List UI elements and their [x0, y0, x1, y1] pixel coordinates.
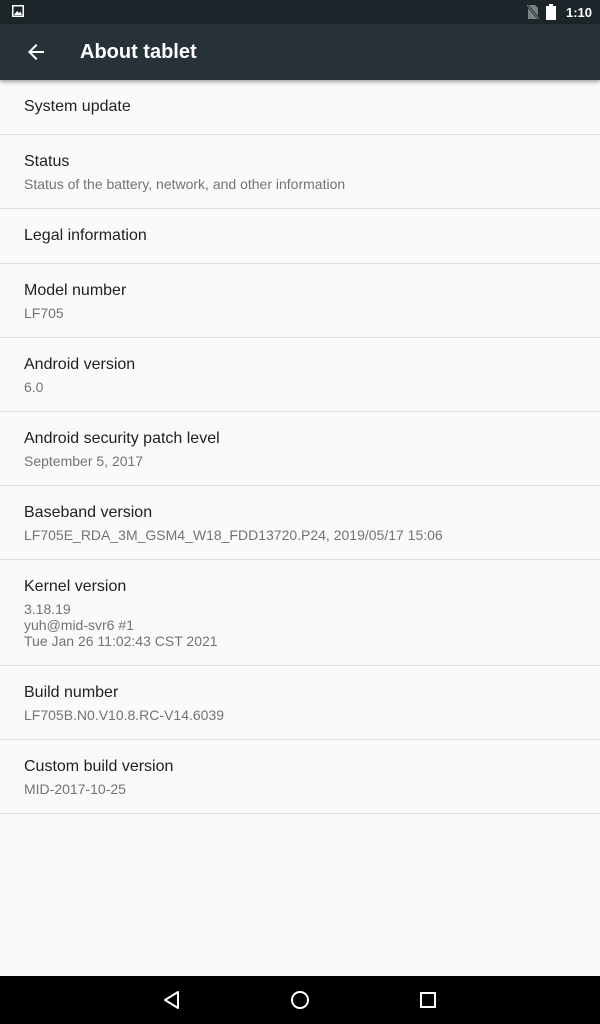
- home-circle-icon[interactable]: [288, 988, 312, 1012]
- arrow-back-icon[interactable]: [24, 40, 48, 64]
- item-summary: LF705: [24, 304, 64, 321]
- list-item-custom-build-version[interactable]: Custom build version MID-2017-10-25: [0, 740, 600, 814]
- list-item-legal-information[interactable]: Legal information: [0, 209, 600, 264]
- item-summary: 6.0: [24, 378, 44, 395]
- item-title: Android version: [24, 355, 136, 373]
- navigation-bar: [0, 976, 600, 1024]
- list-item-kernel-version[interactable]: Kernel version 3.18.19 yuh@mid-svr6 #1 T…: [0, 560, 600, 666]
- list-item-security-patch-level[interactable]: Android security patch level September 5…: [0, 412, 600, 486]
- battery-icon: [545, 4, 556, 20]
- item-title: Build number: [24, 683, 119, 701]
- list-item-system-update[interactable]: System update: [0, 80, 600, 135]
- list-item-build-number[interactable]: Build number LF705B.N0.V10.8.RC-V14.6039: [0, 666, 600, 740]
- item-summary: Status of the battery, network, and othe…: [24, 175, 346, 192]
- list-item-status[interactable]: Status Status of the battery, network, a…: [0, 135, 600, 209]
- item-title: Model number: [24, 281, 127, 299]
- item-title: System update: [24, 98, 131, 115]
- item-title: Custom build version: [24, 757, 174, 775]
- status-time: 1:10: [565, 4, 592, 20]
- list-item-android-version[interactable]: Android version 6.0: [0, 338, 600, 412]
- settings-list: System update Status Status of the batte…: [0, 80, 600, 814]
- page-title: About tablet: [80, 41, 197, 63]
- item-summary: LF705E_RDA_3M_GSM4_W18_FDD13720.P24, 201…: [24, 526, 443, 543]
- item-title: Legal information: [24, 227, 147, 244]
- item-summary: LF705B.N0.V10.8.RC-V14.6039: [24, 706, 225, 723]
- app-bar: About tablet: [0, 24, 600, 80]
- status-icons: 1:10: [526, 0, 592, 24]
- item-title: Status: [24, 152, 70, 170]
- no-sim-icon: [526, 4, 540, 20]
- item-title: Baseband version: [24, 503, 153, 521]
- item-title: Kernel version: [24, 577, 127, 595]
- recents-square-icon[interactable]: [416, 988, 440, 1012]
- list-item-baseband-version[interactable]: Baseband version LF705E_RDA_3M_GSM4_W18_…: [0, 486, 600, 560]
- image-notification-icon: [12, 5, 24, 17]
- list-item-model-number[interactable]: Model number LF705: [0, 264, 600, 338]
- back-triangle-icon[interactable]: [160, 988, 184, 1012]
- status-bar: 1:10: [0, 0, 600, 24]
- item-summary: September 5, 2017: [24, 452, 144, 469]
- item-summary: MID-2017-10-25: [24, 780, 126, 797]
- item-summary: 3.18.19 yuh@mid-svr6 #1 Tue Jan 26 11:02…: [24, 600, 218, 649]
- item-title: Android security patch level: [24, 429, 220, 447]
